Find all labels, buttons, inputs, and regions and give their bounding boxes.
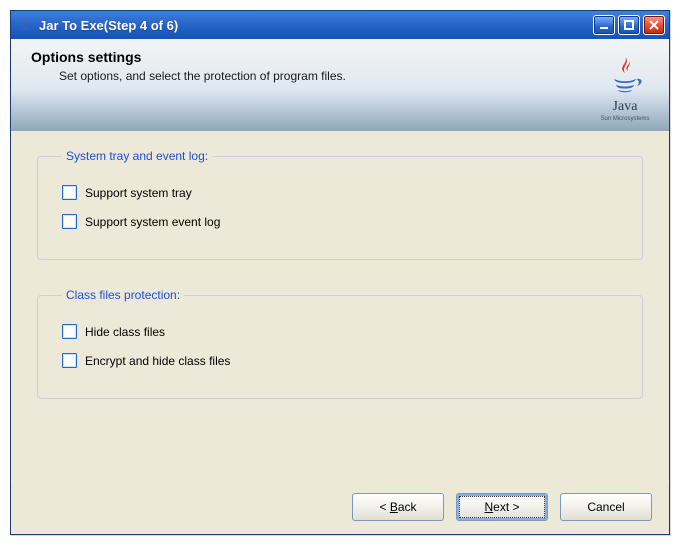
support-system-tray-label: Support system tray [85,186,192,200]
hide-class-files-label: Hide class files [85,325,165,339]
support-system-tray-checkbox[interactable] [62,185,77,200]
next-mnemonic: N [484,500,493,514]
next-rest: ext > [493,500,519,514]
java-logo: Java Sun Microsystems [595,55,655,122]
back-prefix: < [379,500,389,514]
hide-class-files-checkbox[interactable] [62,324,77,339]
system-tray-group: System tray and event log: Support syste… [37,149,643,260]
encrypt-hide-class-files-checkbox[interactable] [62,353,77,368]
close-button[interactable] [643,15,665,35]
wizard-body: System tray and event log: Support syste… [11,131,669,437]
java-app-icon [17,17,33,33]
class-protection-group: Class files protection: Hide class files… [37,288,643,399]
titlebar: Jar To Exe(Step 4 of 6) [11,11,669,39]
hide-class-files-row[interactable]: Hide class files [62,318,622,347]
encrypt-hide-class-files-label: Encrypt and hide class files [85,354,230,368]
encrypt-hide-class-files-row[interactable]: Encrypt and hide class files [62,347,622,376]
window-title: Jar To Exe(Step 4 of 6) [39,18,593,33]
support-event-log-label: Support system event log [85,215,220,229]
page-subtitle: Set options, and select the protection o… [31,69,595,83]
maximize-button[interactable] [618,15,640,35]
support-event-log-row[interactable]: Support system event log [62,208,622,237]
window-controls [593,15,665,35]
back-button[interactable]: < Back [352,493,444,521]
wizard-window: Jar To Exe(Step 4 of 6) Options settings… [10,10,670,535]
java-logo-subtext: Sun Microsystems [600,116,649,122]
page-title: Options settings [31,49,595,65]
back-rest: ack [398,500,417,514]
class-protection-legend: Class files protection: [62,288,184,302]
next-button[interactable]: Next > [456,493,548,521]
back-mnemonic: B [390,500,398,514]
support-event-log-checkbox[interactable] [62,214,77,229]
minimize-button[interactable] [593,15,615,35]
wizard-footer: < Back Next > Cancel [12,481,668,533]
java-logo-text: Java [613,99,638,115]
cancel-button[interactable]: Cancel [560,493,652,521]
wizard-header-text: Options settings Set options, and select… [31,49,595,83]
wizard-header: Options settings Set options, and select… [11,39,669,131]
support-system-tray-row[interactable]: Support system tray [62,179,622,208]
system-tray-legend: System tray and event log: [62,149,212,163]
